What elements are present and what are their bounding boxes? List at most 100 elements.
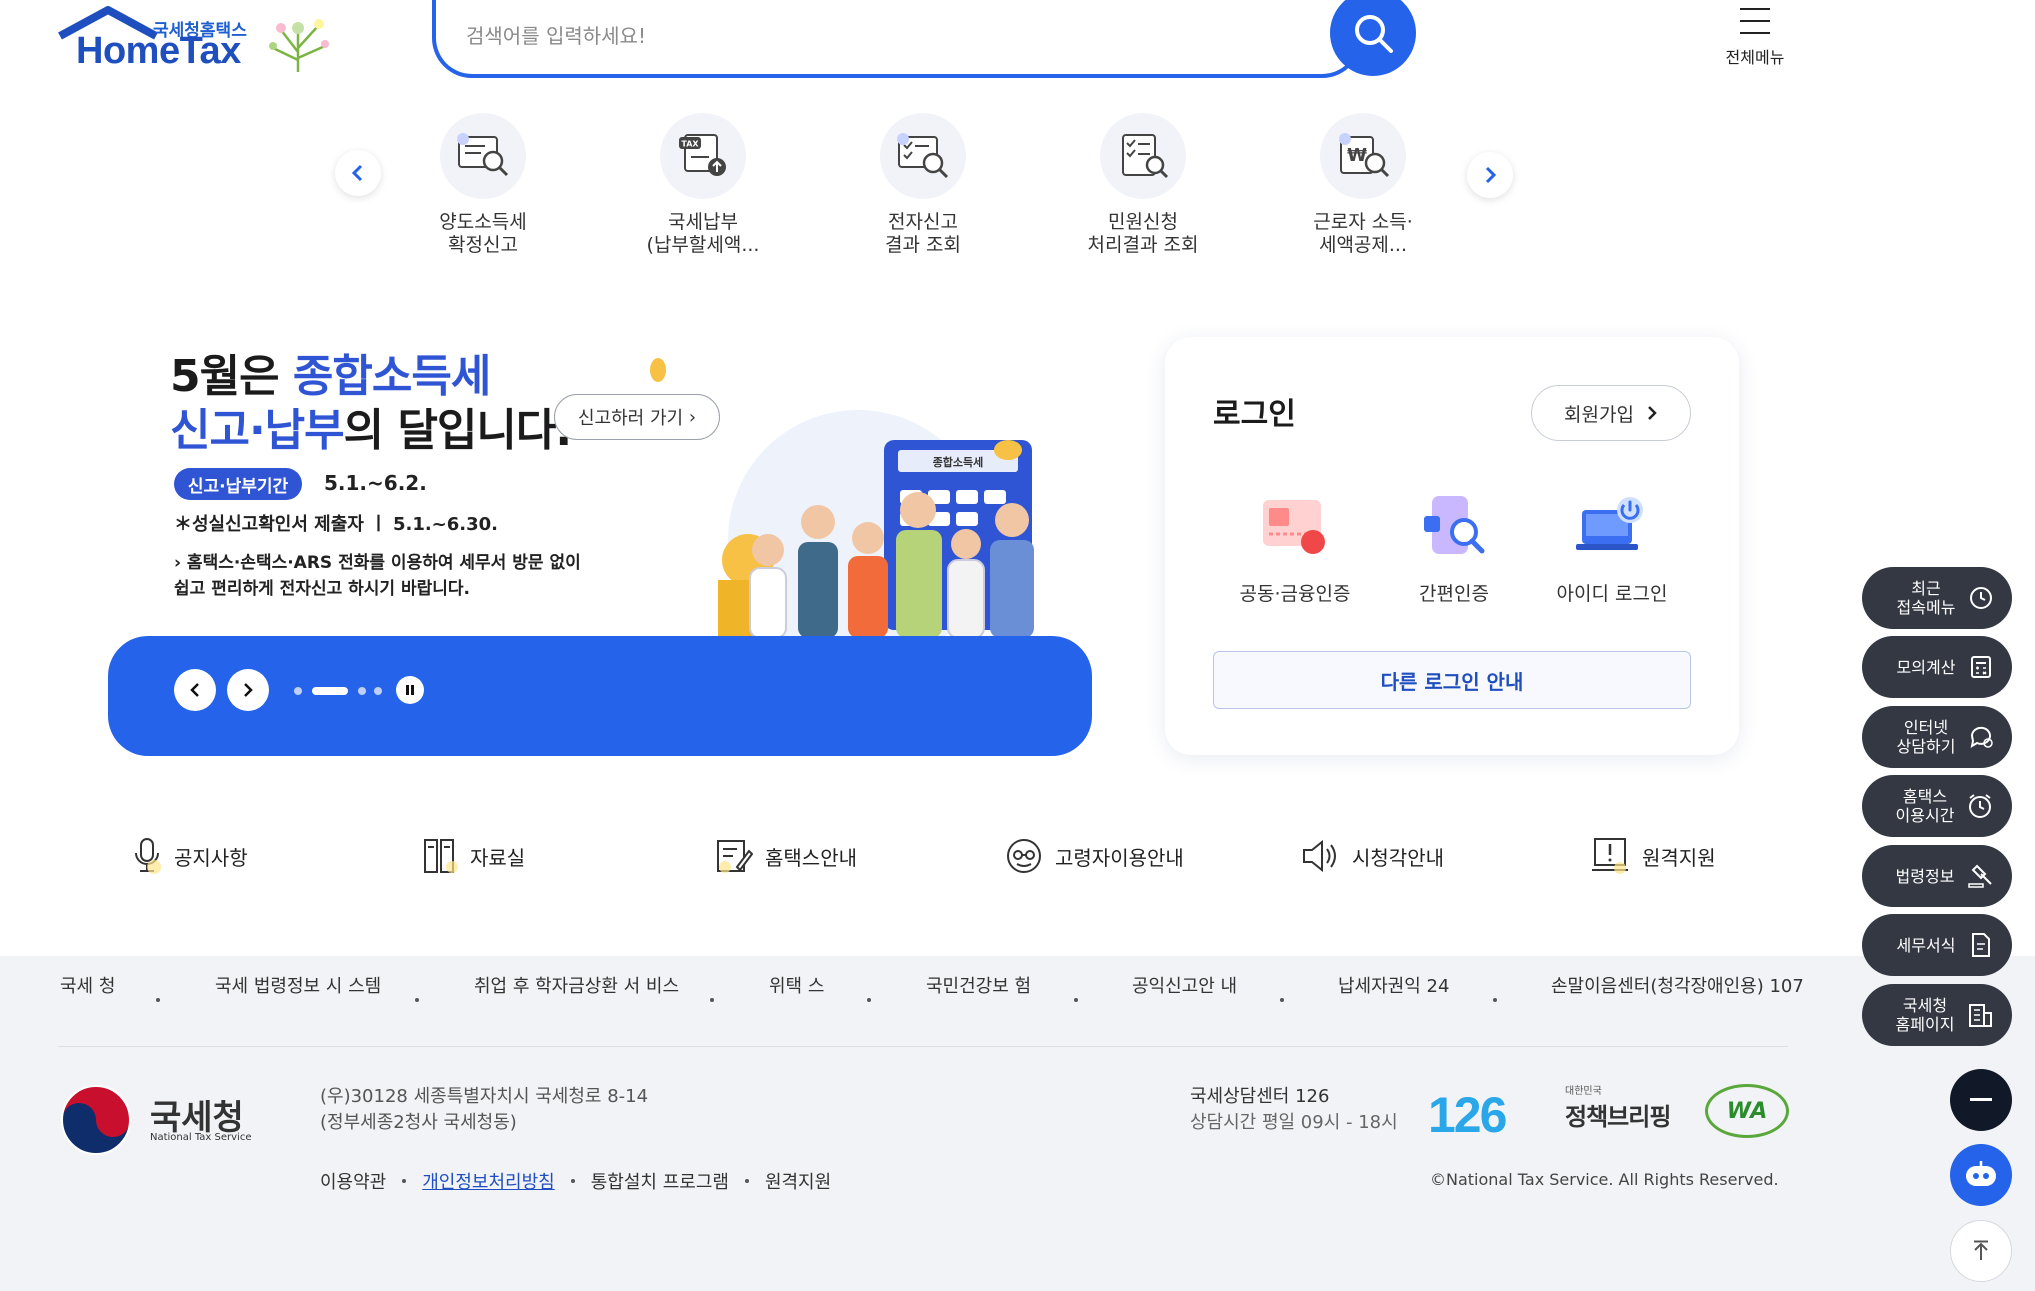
login-option-certificate[interactable]: 공동·금융인증 <box>1220 487 1370 606</box>
quick-menu-item-worker-deduction[interactable]: ₩ 근로자 소득· 세액공제... <box>1263 113 1463 257</box>
search-bar <box>432 0 1362 78</box>
info-link-notice[interactable]: 공지사항 <box>132 836 248 876</box>
scroll-top-button[interactable] <box>1950 1220 2012 1282</box>
footer-separator <box>710 998 714 1002</box>
float-law-info[interactable]: 법령정보 <box>1862 845 2012 907</box>
banner-page-dot[interactable] <box>374 687 382 695</box>
elderly-icon <box>1007 839 1041 873</box>
faithful-filer-line: ＊성실신고확인서 제출자 ㅣ 5.1.~6.30. <box>174 514 499 535</box>
svg-text:₩: ₩ <box>1347 145 1367 166</box>
info-link-hometax-guide[interactable]: 홈택스안내 <box>715 836 857 876</box>
collapse-float-button[interactable] <box>1950 1069 2012 1131</box>
banner-next-button[interactable] <box>227 669 269 711</box>
web-accessibility-badge[interactable]: WA <box>1705 1084 1789 1138</box>
badge-126[interactable]: 126 <box>1428 1086 1507 1144</box>
call-center-hours: 상담시간 평일 09시 - 18시 <box>1190 1112 1398 1133</box>
float-hometax-hours[interactable]: 홈택스 이용시간 <box>1862 775 2012 837</box>
alarm-icon <box>1969 794 1991 818</box>
float-nts-homepage[interactable]: 국세청 홈페이지 <box>1862 984 2012 1046</box>
chatbot-button[interactable] <box>1950 1144 2012 1206</box>
footer-link[interactable]: 국민건강보 험 <box>926 974 1031 1000</box>
footer-link[interactable]: 취업 후 학자금상환 서 비스 <box>474 974 679 1000</box>
quick-menu-prev-button[interactable] <box>335 150 381 196</box>
footer-separator <box>570 1179 575 1183</box>
footer-link[interactable]: 손말이음센터(청각장애인용) 107 <box>1551 974 1804 1000</box>
banner-page-dot[interactable] <box>358 687 366 695</box>
remote-support-link[interactable]: 원격지원 <box>765 1168 831 1194</box>
float-label: 최근 접속메뉴 <box>1896 579 1956 617</box>
certificate-icon <box>1255 487 1335 567</box>
login-option-label: 공동·금융인증 <box>1239 583 1351 605</box>
info-link-remote-support[interactable]: 원격지원 <box>1590 836 1716 876</box>
float-label: 국세청 홈페이지 <box>1895 996 1955 1034</box>
quick-menu-label: 민원신청 처리결과 조회 <box>1087 211 1199 256</box>
nts-emblem-icon <box>61 1085 131 1155</box>
signup-label: 회원가입 <box>1564 403 1634 426</box>
hamburger-icon <box>1740 8 1770 34</box>
footer-separator <box>1280 998 1284 1002</box>
hometax-logo[interactable]: 국세청홈택스 HomeTax <box>58 6 338 74</box>
all-menu-button[interactable]: 전체메뉴 <box>1718 6 1792 68</box>
install-program-link[interactable]: 통합설치 프로그램 <box>591 1168 729 1194</box>
banner-title-line2: 신고·납부의 달입니다. <box>170 405 572 456</box>
float-recent-menu[interactable]: 최근 접속메뉴 <box>1862 567 2012 629</box>
footer-separator <box>1074 998 1078 1002</box>
quick-menu-item-capital-gains[interactable]: 양도소득세 확정신고 <box>383 113 583 257</box>
float-label: 인터넷 상담하기 <box>1896 718 1956 756</box>
float-label: 세무서식 <box>1896 935 1956 955</box>
banner-prev-button[interactable] <box>174 669 216 711</box>
quick-menu-item-e-filing-result[interactable]: 전자신고 결과 조회 <box>823 113 1023 257</box>
float-mock-calculation[interactable]: 모의계산 <box>1862 636 2012 698</box>
chevron-right-icon <box>244 683 253 697</box>
info-link-label: 홈택스안내 <box>765 845 857 870</box>
calculator-icon <box>1971 656 1991 678</box>
login-title: 로그인 <box>1213 397 1296 432</box>
login-option-id[interactable]: 아이디 로그인 <box>1537 487 1687 606</box>
banner-pause-button[interactable] <box>396 676 424 704</box>
quick-menu-label: 국세납부 (납부할세액... <box>646 211 760 256</box>
copyright: ©National Tax Service. All Rights Reserv… <box>1430 1170 1779 1189</box>
speaker-icon <box>1303 839 1336 873</box>
login-option-simple-auth[interactable]: 간편인증 <box>1379 487 1529 606</box>
footer-bottom-links: 이용약관 개인정보처리방침 통합설치 프로그램 원격지원 <box>320 1168 831 1194</box>
footer-separator <box>744 1179 749 1183</box>
info-link-audio-visual[interactable]: 시청각안내 <box>1300 836 1444 876</box>
search-input[interactable] <box>466 16 1266 56</box>
search-button[interactable] <box>1330 0 1416 76</box>
doc-check-icon <box>880 113 966 199</box>
float-tax-forms[interactable]: 세무서식 <box>1862 914 2012 976</box>
info-link-label: 자료실 <box>470 845 526 870</box>
float-label: 법령정보 <box>1895 866 1955 886</box>
chevron-right-icon <box>1648 406 1657 420</box>
period-value: 5.1.~6.2. <box>324 471 427 495</box>
main-banner[interactable]: 5월은 종합소득세 신고·납부의 달입니다. 신고하러 가기 › 신고·납부기간… <box>108 330 1092 756</box>
terms-link[interactable]: 이용약관 <box>320 1168 386 1194</box>
banner-page-dot-active[interactable] <box>312 687 348 695</box>
banner-control-bar <box>108 636 1092 756</box>
footer-separator <box>415 998 419 1002</box>
quick-menu-item-civil-petition[interactable]: 민원신청 처리결과 조회 <box>1043 113 1243 257</box>
footer-link[interactable]: 국세 청 <box>60 974 115 1000</box>
other-login-guide-button[interactable]: 다른 로그인 안내 <box>1213 651 1691 709</box>
call-center-number: 국세상담센터 126 <box>1190 1086 1330 1107</box>
quick-menu-item-tax-payment[interactable]: TAX 국세납부 (납부할세액... <box>603 113 803 257</box>
float-internet-consult[interactable]: 인터넷 상담하기 <box>1862 706 2012 768</box>
all-menu-label: 전체메뉴 <box>1725 48 1785 67</box>
chevron-left-icon <box>190 683 199 697</box>
tax-upload-icon: TAX <box>660 113 746 199</box>
policy-badge-top: 대한민국 <box>1565 1086 1602 1097</box>
banner-page-dot[interactable] <box>294 687 302 695</box>
arrow-up-icon <box>1974 1240 1988 1260</box>
footer-link[interactable]: 위택 스 <box>769 974 824 1000</box>
info-link-archive[interactable]: 자료실 <box>422 836 525 876</box>
id-login-icon <box>1572 487 1652 567</box>
policy-briefing-badge[interactable]: 대한민국 정책브리핑 <box>1565 1082 1675 1132</box>
footer-link[interactable]: 국세 법령정보 시 스템 <box>215 974 381 1000</box>
info-link-elderly-guide[interactable]: 고령자이용안내 <box>1005 836 1184 876</box>
footer-link[interactable]: 공익신고안 내 <box>1132 974 1237 1000</box>
footer-link[interactable]: 납세자권익 24 <box>1338 974 1449 1000</box>
archive-icon <box>424 839 458 873</box>
quick-menu-next-button[interactable] <box>1467 152 1513 198</box>
privacy-policy-link[interactable]: 개인정보처리방침 <box>422 1168 554 1194</box>
signup-button[interactable]: 회원가입 <box>1531 385 1691 441</box>
